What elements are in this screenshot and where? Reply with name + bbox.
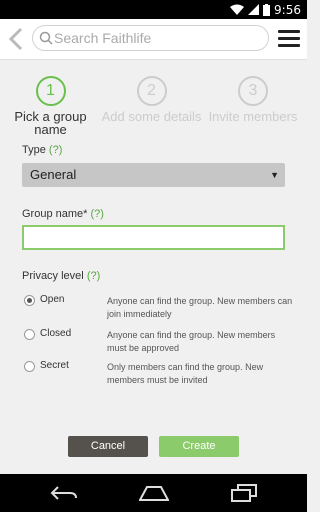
signal-icon <box>248 4 260 15</box>
type-label: Type (?) <box>22 144 63 156</box>
search-icon <box>39 31 53 50</box>
radio-label: Open <box>40 294 65 305</box>
search-bar[interactable]: Search Faithlife <box>32 25 269 51</box>
type-select-value: General <box>30 167 77 182</box>
nav-recents-icon[interactable] <box>230 484 258 507</box>
search-input[interactable]: Search Faithlife <box>54 30 151 46</box>
group-name-help-link[interactable]: (?) <box>91 208 104 220</box>
hamburger-menu-icon[interactable] <box>278 30 300 48</box>
status-bar: 9:56 <box>0 0 307 19</box>
clock: 9:56 <box>274 2 301 17</box>
nav-bar <box>0 474 307 512</box>
type-help-link[interactable]: (?) <box>49 144 62 156</box>
step-label: Pick a group name <box>14 109 87 137</box>
wifi-icon <box>230 4 245 15</box>
radio-closed[interactable] <box>24 329 35 340</box>
step-number: 2 <box>136 76 167 106</box>
radio-description: Anyone can find the group. New members c… <box>107 296 293 319</box>
cancel-button[interactable]: Cancel <box>68 436 148 457</box>
step-label: Add some details <box>101 109 202 124</box>
privacy-level-label: Privacy level (?) <box>22 270 101 282</box>
group-name-label: Group name* (?) <box>22 208 104 220</box>
step-1: 1 Pick a group name <box>8 76 93 136</box>
step-2: 2 Add some details <box>101 76 202 123</box>
radio-description: Anyone can find the group. New members m… <box>107 330 276 353</box>
privacy-option-secret[interactable]: Secret Only members can find the group. … <box>22 360 292 391</box>
radio-label: Closed <box>40 328 72 339</box>
group-name-field[interactable] <box>22 225 285 250</box>
step-label: Invite members <box>208 109 298 124</box>
step-number: 1 <box>35 76 66 106</box>
privacy-option-closed[interactable]: Closed Anyone can find the group. New me… <box>22 328 292 359</box>
radio-description: Only members can find the group. New mem… <box>107 362 264 385</box>
privacy-help-link[interactable]: (?) <box>87 270 100 282</box>
dropdown-arrow-icon: ▼ <box>270 170 279 180</box>
top-bar: Search Faithlife <box>0 19 307 60</box>
privacy-option-open[interactable]: Open Anyone can find the group. New memb… <box>22 294 292 325</box>
radio-secret[interactable] <box>24 361 35 372</box>
create-button[interactable]: Create <box>159 436 239 457</box>
radio-label: Secret <box>40 360 69 371</box>
battery-icon <box>263 3 271 16</box>
step-3: 3 Invite members <box>207 76 299 123</box>
back-arrow-icon[interactable] <box>6 27 26 51</box>
nav-back-icon[interactable] <box>50 484 78 507</box>
type-select[interactable]: General ▼ <box>22 163 285 187</box>
step-number: 3 <box>238 76 268 106</box>
radio-open[interactable] <box>24 295 35 306</box>
nav-home-icon[interactable] <box>138 484 170 507</box>
